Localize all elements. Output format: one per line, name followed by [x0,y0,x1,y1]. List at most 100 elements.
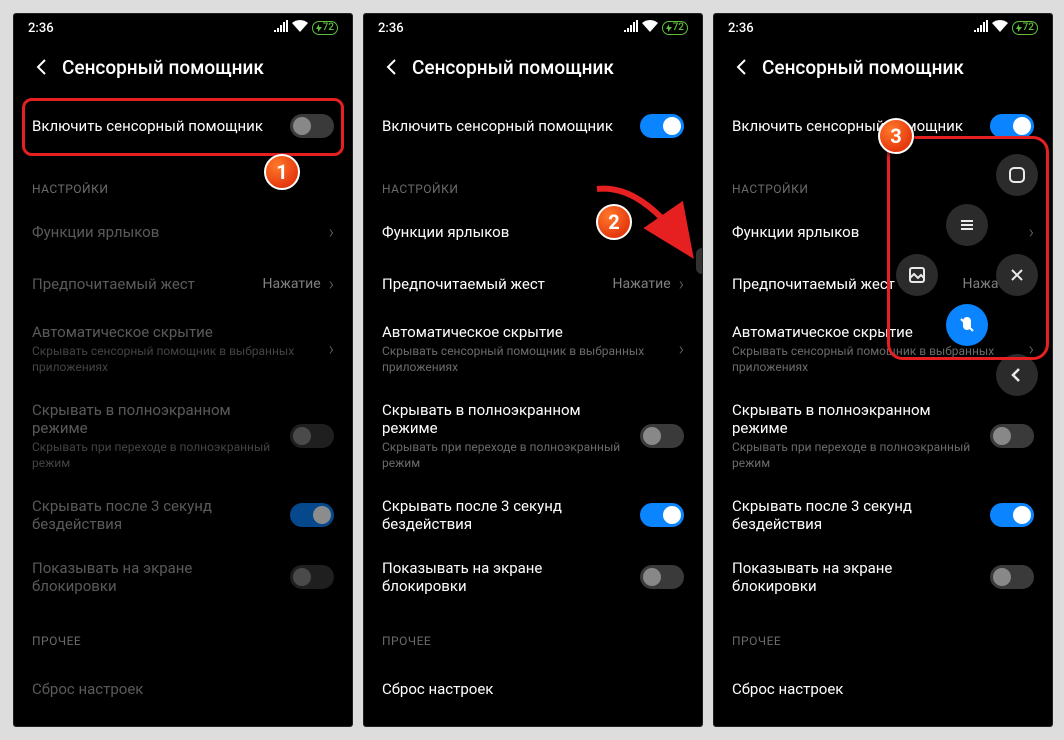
row-idle3s[interactable]: Скрывать после 3 секунд бездействия [364,484,702,546]
signal-icon [624,20,638,36]
back-button[interactable] [724,49,760,85]
row-enable-assistant[interactable]: Включить сенсорный помощник [14,96,352,156]
fullscreen-toggle[interactable] [290,424,334,448]
row-lockscreen[interactable]: Показывать на экране блокировки [14,546,352,608]
signal-icon [974,20,988,36]
reset-label: Сброс настроек [732,680,1024,698]
autohide-sub: Скрывать сенсорный помощник в выбранных … [32,344,319,375]
annotation-step-1: 1 [264,154,300,190]
quickball-menu-button[interactable] [946,204,988,246]
fullscreen-sub: Скрывать при переходе в полноэкранный ре… [382,440,630,471]
phone-screen-1: 2:36 72 Сенсорный помощник Включить сенс… [14,14,352,726]
row-gesture[interactable]: Предпочитаемый жест Нажатие › [364,258,702,310]
chevron-right-icon: › [679,222,684,243]
enable-assistant-label: Включить сенсорный помощник [32,117,280,135]
wifi-icon [642,20,658,36]
wifi-icon [992,20,1008,36]
gesture-value: Нажатие [263,276,321,292]
gesture-label: Предпочитаемый жест [382,275,603,293]
battery-indicator: 72 [1012,21,1038,35]
section-other: ПРОЧЕЕ [364,608,702,658]
autohide-sub: Скрывать сенсорный помощник в выбранных … [382,344,669,375]
wifi-icon [292,20,308,36]
page-header: Сенсорный помощник [14,42,352,96]
shortcuts-label: Функции ярлыков [32,223,319,241]
idle3s-toggle[interactable] [640,503,684,527]
quickball-panel[interactable] [888,142,1046,408]
clock: 2:36 [28,21,54,36]
fullscreen-sub: Скрывать при переходе в полноэкранный ре… [732,440,980,471]
enable-assistant-toggle[interactable] [290,114,334,138]
chevron-right-icon: › [329,339,334,360]
fullscreen-label: Скрывать в полноэкранном режиме [32,401,280,437]
battery-indicator: 72 [662,21,688,35]
back-button[interactable] [374,49,410,85]
row-reset[interactable]: Сброс настроек [364,658,702,710]
page-header: Сенсорный помощник [714,42,1052,96]
back-button[interactable] [24,49,60,85]
quickball-home-button[interactable] [996,154,1038,196]
quickball-mute-button[interactable] [946,304,988,346]
quickball-back-button[interactable] [996,354,1038,396]
clock: 2:36 [728,21,754,36]
lockscreen-toggle[interactable] [990,565,1034,589]
row-idle3s[interactable]: Скрывать после 3 секунд бездействия [14,484,352,546]
row-gesture[interactable]: Предпочитаемый жест Нажатие › [14,258,352,310]
battery-indicator: 72 [312,21,338,35]
phone-screen-2: 2:36 72 Сенсорный помощник Включить сенс… [364,14,702,726]
idle3s-label: Скрывать после 3 секунд бездействия [382,497,630,533]
page-title: Сенсорный помощник [412,56,614,79]
clock: 2:36 [378,21,404,36]
section-other: ПРОЧЕЕ [714,608,1052,658]
status-icons: 72 [274,20,338,36]
enable-assistant-toggle[interactable] [990,114,1034,138]
lockscreen-toggle[interactable] [290,565,334,589]
page-header: Сенсорный помощник [364,42,702,96]
enable-assistant-label: Включить сенсорный помощник [382,117,630,135]
status-bar: 2:36 72 [14,14,352,42]
row-fullscreen[interactable]: Скрывать в полноэкранном режиме Скрывать… [364,388,702,484]
quickball-screenshot-button[interactable] [896,254,938,296]
section-other: ПРОЧЕЕ [14,608,352,658]
row-autohide[interactable]: Автоматическое скрытие Скрывать сенсорны… [14,310,352,388]
chevron-right-icon: › [679,339,684,360]
status-bar: 2:36 72 [364,14,702,42]
row-reset[interactable]: Сброс настроек [714,658,1052,710]
idle3s-label: Скрывать после 3 секунд бездействия [32,497,280,533]
lockscreen-toggle[interactable] [640,565,684,589]
idle3s-toggle[interactable] [290,503,334,527]
fullscreen-sub: Скрывать при переходе в полноэкранный ре… [32,440,280,471]
quickball-close-button[interactable] [996,254,1038,296]
annotation-step-3: 3 [878,118,914,154]
row-enable-assistant[interactable]: Включить сенсорный помощник [364,96,702,156]
reset-label: Сброс настроек [382,680,674,698]
fullscreen-label: Скрывать в полноэкранном режиме [382,401,630,437]
row-fullscreen[interactable]: Скрывать в полноэкранном режиме Скрывать… [14,388,352,484]
fullscreen-toggle[interactable] [990,424,1034,448]
lockscreen-label: Показывать на экране блокировки [382,559,630,595]
lockscreen-label: Показывать на экране блокировки [732,559,980,595]
signal-icon [274,20,288,36]
fullscreen-toggle[interactable] [640,424,684,448]
gesture-value: Нажатие [613,276,671,292]
section-settings: НАСТРОЙКИ [14,156,352,206]
quickball-handle[interactable] [696,248,702,274]
row-shortcuts[interactable]: Функции ярлыков › [364,206,702,258]
row-lockscreen[interactable]: Показывать на экране блокировки [364,546,702,608]
enable-assistant-toggle[interactable] [640,114,684,138]
section-settings: НАСТРОЙКИ [364,156,702,206]
page-title: Сенсорный помощник [62,56,264,79]
lockscreen-label: Показывать на экране блокировки [32,559,280,595]
row-idle3s[interactable]: Скрывать после 3 секунд бездействия [714,484,1052,546]
autohide-label: Автоматическое скрытие [32,323,319,341]
chevron-right-icon: › [679,274,684,295]
row-autohide[interactable]: Автоматическое скрытие Скрывать сенсорны… [364,310,702,388]
annotation-step-2: 2 [596,204,632,240]
idle3s-toggle[interactable] [990,503,1034,527]
status-bar: 2:36 72 [714,14,1052,42]
row-shortcuts[interactable]: Функции ярлыков › [14,206,352,258]
row-lockscreen[interactable]: Показывать на экране блокировки [714,546,1052,608]
autohide-label: Автоматическое скрытие [382,323,669,341]
row-reset[interactable]: Сброс настроек [14,658,352,710]
idle3s-label: Скрывать после 3 секунд бездействия [732,497,980,533]
